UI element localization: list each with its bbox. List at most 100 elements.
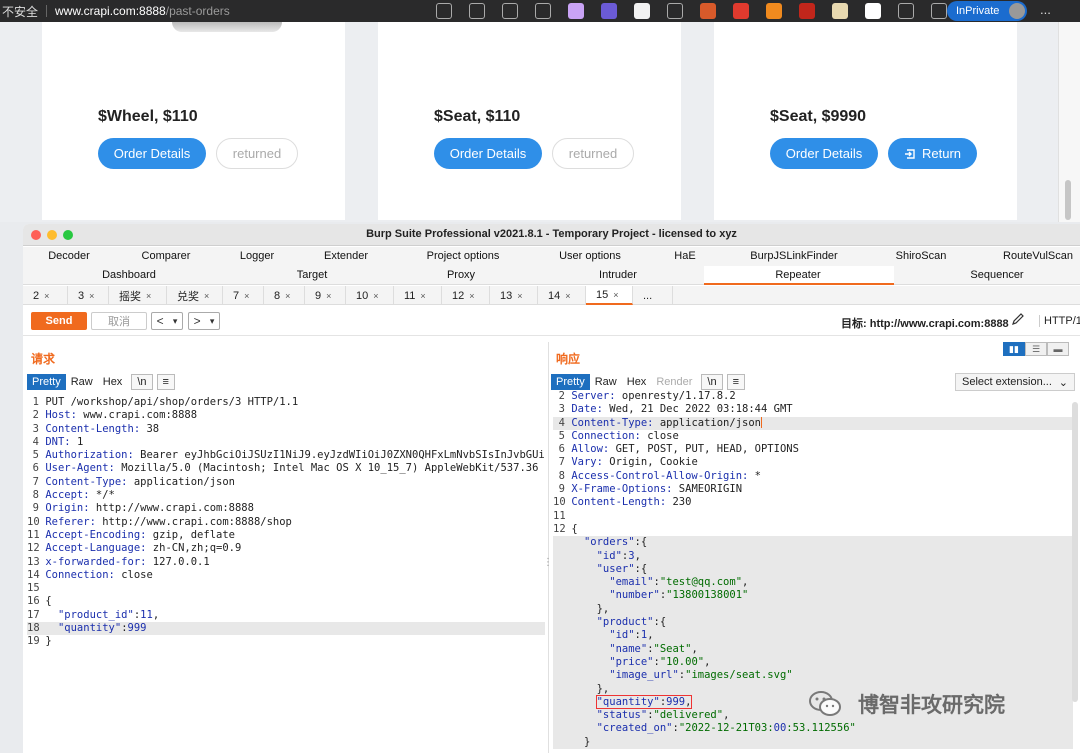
close-icon[interactable]: ×	[244, 291, 249, 301]
cancel-button[interactable]: 取消	[91, 312, 147, 330]
favorites-icon[interactable]	[898, 3, 914, 19]
tool-tab-decoder[interactable]: Decoder	[48, 250, 90, 262]
tool-tab-repeater[interactable]: Repeater	[775, 269, 820, 281]
close-icon[interactable]: ×	[517, 291, 522, 301]
circle-icon[interactable]	[568, 3, 584, 19]
close-icon[interactable]: ×	[613, 290, 618, 300]
close-icon[interactable]: ×	[204, 291, 209, 301]
tool-tab-intruder[interactable]: Intruder	[599, 269, 637, 281]
address-bar[interactable]: www.crapi.com:8888/past-orders	[55, 4, 230, 18]
history-forward-button[interactable]: > ▾	[188, 312, 220, 330]
request-tab-pretty[interactable]: Pretty	[27, 374, 66, 390]
http-version-label[interactable]: HTTP/1	[1039, 315, 1080, 327]
star-plus-icon[interactable]	[502, 3, 518, 19]
tool-tab-burpjslinkfinder[interactable]: BurpJSLinkFinder	[750, 250, 837, 262]
page-scrollbar[interactable]	[1058, 22, 1080, 222]
repeater-tab[interactable]: 摇奖 ×	[109, 286, 167, 305]
select-extension-dropdown[interactable]: Select extension... ⌄	[955, 373, 1075, 391]
send-button[interactable]: Send	[31, 312, 87, 330]
drag-handle-icon[interactable]: ⋮	[543, 557, 553, 568]
repeater-tab[interactable]: 9 ×	[305, 286, 346, 305]
close-icon[interactable]: ×	[469, 291, 474, 301]
close-icon[interactable]: ×	[420, 291, 425, 301]
tool-tab-extender[interactable]: Extender	[324, 250, 368, 262]
close-icon[interactable]: ×	[44, 291, 49, 301]
return-button[interactable]: Return	[888, 138, 977, 169]
response-tab-render[interactable]: Render	[651, 374, 697, 390]
tool-tab-user-options[interactable]: User options	[559, 250, 621, 262]
request-menu-icon[interactable]: ≡	[156, 374, 175, 390]
close-icon[interactable]: ×	[565, 291, 570, 301]
tool-tab-comparer[interactable]: Comparer	[142, 250, 191, 262]
tool-tab-project-options[interactable]: Project options	[427, 250, 500, 262]
repeater-tab[interactable]: 2 ×	[23, 286, 68, 305]
repeater-tab[interactable]: 7 ×	[223, 286, 264, 305]
tool-tab-target[interactable]: Target	[297, 269, 328, 281]
close-icon[interactable]: ×	[89, 291, 94, 301]
scrollbar-thumb[interactable]	[1065, 180, 1071, 220]
translate-icon[interactable]	[469, 3, 485, 19]
order-details-button[interactable]: Order Details	[770, 138, 878, 169]
tool-tab-logger[interactable]: Logger	[240, 250, 274, 262]
face-icon[interactable]	[634, 3, 650, 19]
response-menu-icon[interactable]: ≡	[726, 374, 745, 390]
puzzle-icon[interactable]	[865, 3, 881, 19]
response-tab-raw[interactable]: Raw	[590, 374, 622, 390]
response-tab-hex[interactable]: Hex	[622, 374, 652, 390]
split-screen-icon[interactable]	[535, 3, 551, 19]
repeater-tab[interactable]: 15 ×	[586, 286, 633, 305]
repeater-tab[interactable]: ...	[633, 286, 673, 305]
insecure-label[interactable]: 不安全	[0, 3, 38, 20]
more-menu-button[interactable]: ...	[1040, 2, 1051, 17]
code-line: 10 Content-Length: 230	[553, 496, 692, 509]
arrow-icon[interactable]	[733, 3, 749, 19]
repeater-tab[interactable]: 10 ×	[346, 286, 394, 305]
request-editor[interactable]: 1 PUT /workshop/api/shop/orders/3 HTTP/1…	[27, 396, 545, 753]
extension-green-icon[interactable]	[799, 3, 815, 19]
product-image	[172, 22, 282, 32]
response-tab-pretty[interactable]: Pretty	[551, 374, 590, 390]
request-tab-raw[interactable]: Raw	[66, 374, 98, 390]
stacked-icon[interactable]: ☰	[1025, 342, 1047, 356]
tool-tab-routevulscan[interactable]: RouteVulScan	[1003, 250, 1073, 262]
repeater-tab-label: 3	[78, 289, 85, 302]
tool-tab-hae[interactable]: HaE	[674, 250, 695, 262]
response-scrollbar[interactable]	[1072, 402, 1078, 702]
tool-tab-shiroscan[interactable]: ShiroScan	[896, 250, 947, 262]
edit-target-icon[interactable]	[1011, 312, 1025, 329]
tool-tab-dashboard[interactable]: Dashboard	[102, 269, 156, 281]
close-icon[interactable]: ×	[146, 291, 151, 301]
pane-divider[interactable]	[548, 342, 549, 753]
single-pane-icon[interactable]: ▬	[1047, 342, 1069, 356]
tool-tab-proxy[interactable]: Proxy	[447, 269, 475, 281]
close-icon[interactable]: ×	[326, 291, 331, 301]
aa-icon[interactable]	[436, 3, 452, 19]
close-icon[interactable]: ×	[373, 291, 378, 301]
response-title: 响应	[556, 352, 581, 366]
collections-icon[interactable]	[931, 3, 947, 19]
history-back-button[interactable]: < ▾	[151, 312, 183, 330]
response-newline-toggle[interactable]: \n	[701, 374, 723, 390]
tool-tab-sequencer[interactable]: Sequencer	[970, 269, 1023, 281]
close-icon[interactable]: ×	[285, 291, 290, 301]
inprivate-button[interactable]: InPrivate	[947, 1, 1027, 21]
repeater-tab[interactable]: 3 ×	[68, 286, 109, 305]
settings-icon[interactable]	[667, 3, 683, 19]
repeater-tab[interactable]: 11 ×	[394, 286, 442, 305]
repeater-tab[interactable]: 8 ×	[264, 286, 305, 305]
layout-toggle[interactable]: ▮▮ ☰ ▬	[1003, 342, 1069, 356]
repeater-tab[interactable]: 14 ×	[538, 286, 586, 305]
repeater-tab[interactable]: 兑奖 ×	[167, 286, 223, 305]
tracker-icon[interactable]	[700, 3, 716, 19]
url-host: www.crapi.com:8888	[55, 4, 166, 18]
repeater-tab[interactable]: 13 ×	[490, 286, 538, 305]
repeater-tab[interactable]: 12 ×	[442, 286, 490, 305]
order-details-button[interactable]: Order Details	[434, 138, 542, 169]
request-tab-hex[interactable]: Hex	[98, 374, 128, 390]
extension-badge-icon[interactable]	[601, 3, 617, 19]
extension-red-icon[interactable]	[766, 3, 782, 19]
side-by-side-icon[interactable]: ▮▮	[1003, 342, 1025, 356]
order-details-button[interactable]: Order Details	[98, 138, 206, 169]
request-newline-toggle[interactable]: \n	[131, 374, 153, 390]
shield-icon[interactable]	[832, 3, 848, 19]
